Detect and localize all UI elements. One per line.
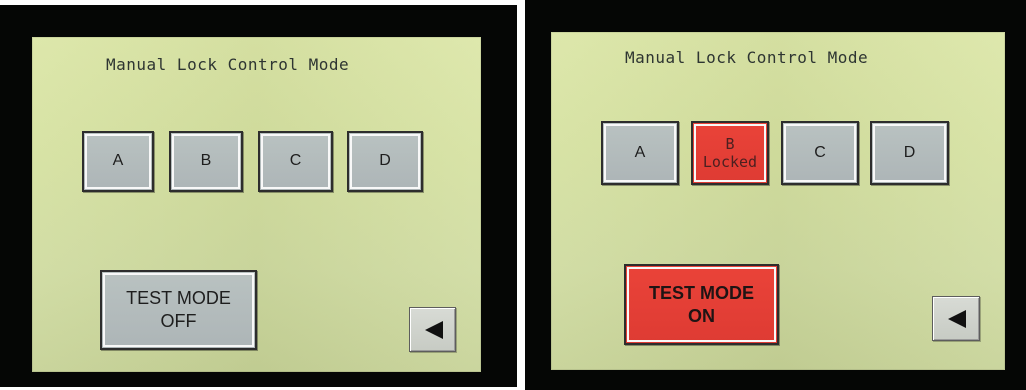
back-button[interactable] <box>409 307 456 352</box>
test-mode-button[interactable]: TEST MODE OFF <box>100 270 257 350</box>
back-button[interactable] <box>932 296 980 341</box>
lock-c-button[interactable]: C <box>781 121 859 185</box>
lock-b-button[interactable]: B <box>169 131 243 192</box>
lock-c-label: C <box>814 143 826 161</box>
lock-c-label: C <box>289 152 302 170</box>
test-mode-text: TEST MODE OFF <box>126 287 231 333</box>
test-mode-line-2: OFF <box>160 311 197 331</box>
lock-b-status: Locked <box>702 153 758 171</box>
lock-a-label: A <box>112 152 124 170</box>
lock-b-content: B Locked <box>703 135 757 171</box>
lock-b-label: B <box>200 152 212 170</box>
left-triangle-icon <box>948 310 966 328</box>
test-mode-line-1: TEST MODE <box>648 282 754 303</box>
lock-d-button[interactable]: D <box>870 121 949 185</box>
test-mode-button[interactable]: TEST MODE ON <box>624 264 779 345</box>
lock-b-label: B <box>725 135 735 153</box>
lock-a-button[interactable]: A <box>601 121 679 185</box>
left-triangle-icon <box>425 321 443 339</box>
page-title: Manual Lock Control Mode <box>106 55 350 74</box>
test-mode-line-1: TEST MODE <box>126 288 231 308</box>
left-screenshot-panel: Manual Lock Control Mode A B C D TEST MO… <box>0 5 517 387</box>
lock-b-button[interactable]: B Locked <box>691 121 769 185</box>
lock-d-label: D <box>903 143 916 161</box>
right-screenshot-panel: Manual Lock Control Mode A B Locked C D … <box>525 0 1026 390</box>
lock-a-button[interactable]: A <box>82 131 154 192</box>
test-mode-line-2: ON <box>687 305 715 326</box>
lock-d-button[interactable]: D <box>347 131 423 192</box>
left-touchscreen: Manual Lock Control Mode A B C D TEST MO… <box>32 37 481 372</box>
lock-c-button[interactable]: C <box>258 131 333 192</box>
lock-a-label: A <box>634 143 646 161</box>
page-title: Manual Lock Control Mode <box>625 48 869 67</box>
test-mode-text: TEST MODE ON <box>649 282 754 328</box>
right-touchscreen: Manual Lock Control Mode A B Locked C D … <box>551 32 1005 370</box>
lock-d-label: D <box>379 152 391 170</box>
